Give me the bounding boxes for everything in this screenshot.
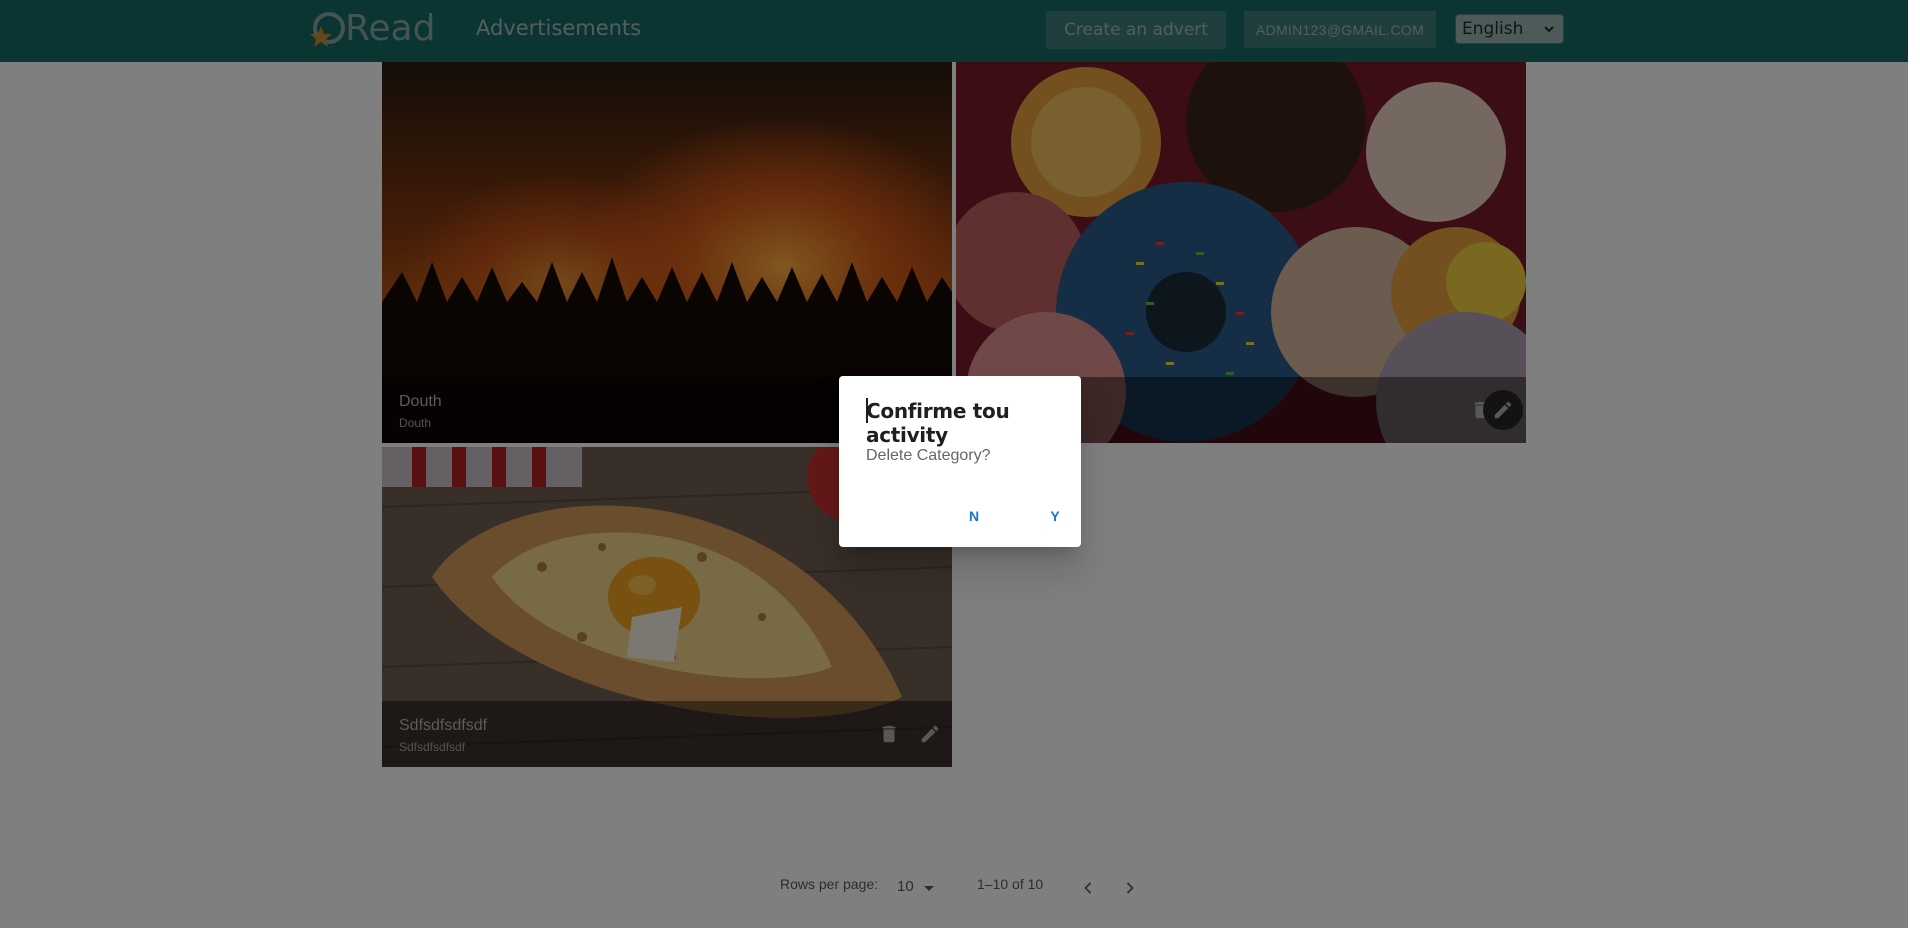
dialog-title: Confirme tou activity (866, 399, 1010, 447)
scrollbar-gutter (1908, 0, 1920, 928)
text-cursor (866, 398, 868, 423)
dialog-message: Delete Category? (866, 447, 991, 464)
cancel-button[interactable]: N (954, 498, 994, 534)
confirm-button[interactable]: Y (1035, 498, 1075, 534)
confirm-dialog: Confirme tou activity Delete Category? N… (839, 376, 1081, 547)
